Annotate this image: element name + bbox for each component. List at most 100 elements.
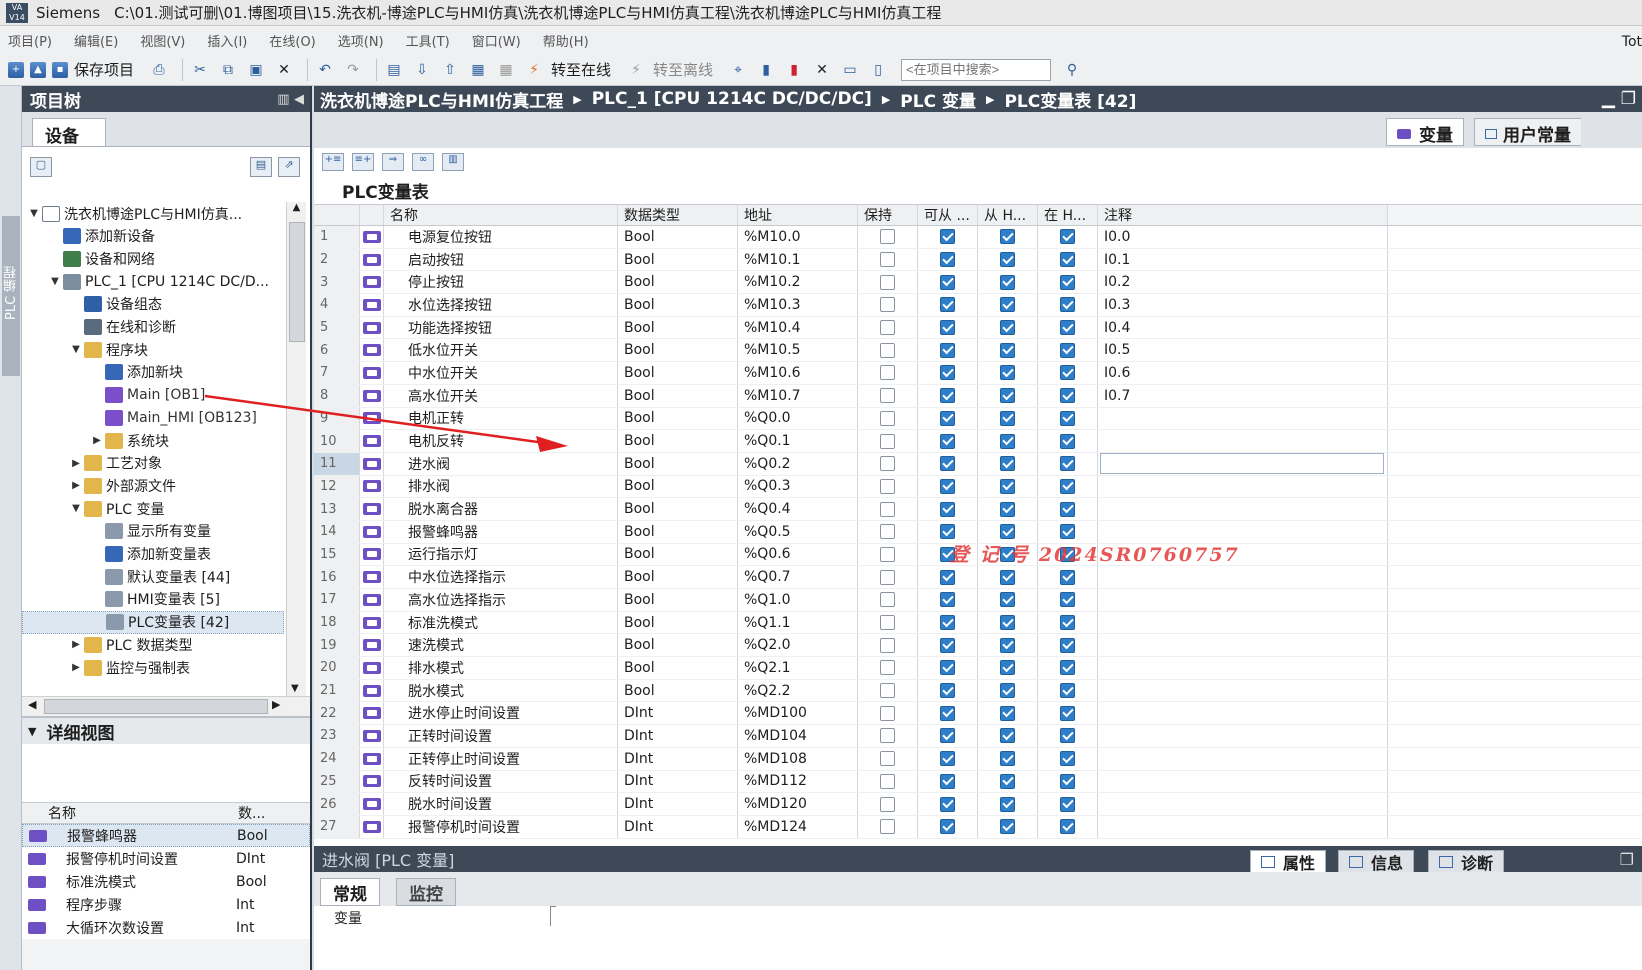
col-comment[interactable]: 注释 [1098, 205, 1388, 225]
retain-cell[interactable] [858, 430, 918, 452]
tag-name-cell[interactable]: 高水位开关 [384, 384, 618, 407]
writable-hmi-checkbox[interactable] [1000, 524, 1015, 540]
retain-cell[interactable] [858, 294, 918, 316]
retain-cell[interactable] [858, 543, 918, 566]
visible-hmi-checkbox[interactable] [1060, 342, 1075, 358]
data-type-cell[interactable]: Bool [618, 611, 738, 634]
row-number[interactable]: 4 [314, 294, 360, 316]
breadcrumb-plc-tags[interactable]: PLC 变量 [900, 87, 976, 112]
data-type-cell[interactable]: Bool [618, 452, 738, 475]
expand-arrow-icon[interactable]: ▼ [70, 344, 82, 355]
writable-hmi-checkbox[interactable] [1000, 683, 1015, 699]
visible-hmi-checkbox[interactable] [1060, 819, 1075, 835]
row-number[interactable]: 7 [314, 362, 360, 384]
data-type-cell[interactable]: Bool [618, 384, 738, 407]
data-type-cell[interactable]: DInt [618, 770, 738, 793]
writable-hmi-cell[interactable] [978, 271, 1038, 294]
tree-node[interactable]: PLC变量表 [42] [22, 610, 284, 634]
retain-cell[interactable] [858, 815, 918, 838]
data-type-cell[interactable]: Bool [618, 679, 738, 702]
retain-cell[interactable] [858, 498, 918, 520]
visible-hmi-cell[interactable] [1038, 543, 1098, 566]
accessible-cell[interactable] [918, 248, 978, 271]
row-number[interactable]: 22 [314, 702, 360, 725]
go-online-button[interactable]: 转至在线 [551, 59, 611, 80]
row-number[interactable]: 6 [314, 339, 360, 362]
menu-tools[interactable]: 工具(T) [406, 31, 450, 50]
retain-cell[interactable] [858, 339, 918, 362]
devices-tab[interactable]: 设备 [32, 118, 106, 147]
tree-node[interactable]: ▼ PLC 变量 [22, 497, 284, 520]
accessible-checkbox[interactable] [940, 592, 955, 608]
data-type-cell[interactable]: Bool [618, 520, 738, 543]
accessible-checkbox[interactable] [940, 501, 955, 517]
retain-cell[interactable] [858, 384, 918, 407]
retain-cell[interactable] [858, 770, 918, 793]
open-project-icon[interactable]: ▲ [30, 61, 46, 78]
detail-row[interactable]: 大循环次数设置 Int [22, 916, 310, 939]
accessible-cell[interactable] [918, 384, 978, 407]
retain-checkbox[interactable] [880, 773, 895, 789]
row-number[interactable]: 17 [314, 589, 360, 611]
table-row[interactable]: 23 正转时间设置 DInt %MD104 [314, 725, 1642, 748]
breadcrumb-plc[interactable]: PLC_1 [CPU 1214C DC/DC/DC] [592, 89, 872, 109]
visible-hmi-cell[interactable] [1038, 430, 1098, 452]
comment-cell[interactable] [1098, 475, 1388, 498]
accessible-checkbox[interactable] [940, 274, 955, 290]
accessible-cell[interactable] [918, 657, 978, 679]
row-number[interactable]: 3 [314, 271, 360, 294]
detail-row[interactable]: 标准洗模式 Bool [22, 870, 310, 893]
retain-checkbox[interactable] [880, 229, 895, 245]
visible-hmi-checkbox[interactable] [1060, 796, 1075, 812]
table-row[interactable]: 7 中水位开关 Bool %M10.6 I0.6 [314, 362, 1642, 385]
retain-checkbox[interactable] [880, 320, 895, 336]
accessible-checkbox[interactable] [940, 365, 955, 381]
accessible-cell[interactable] [918, 770, 978, 793]
row-number[interactable]: 19 [314, 634, 360, 657]
address-cell[interactable]: %M10.0 [738, 226, 858, 248]
detail-col-type[interactable]: 数... [232, 803, 265, 823]
address-cell[interactable]: %MD124 [738, 815, 858, 838]
tree-node[interactable]: ▶ PLC 数据类型 [22, 633, 284, 656]
expand-arrow-icon[interactable]: ▶ [70, 662, 82, 673]
tag-name-cell[interactable]: 电机正转 [384, 407, 618, 430]
retain-cell[interactable] [858, 702, 918, 725]
expand-arrow-icon[interactable]: ▶ [70, 458, 82, 469]
export-tags-icon[interactable]: ⇒ [382, 153, 404, 171]
visible-hmi-cell[interactable] [1038, 770, 1098, 793]
col-retain[interactable]: 保持 [858, 205, 918, 225]
tab-diagnostics[interactable]: 诊断 [1428, 850, 1505, 874]
visible-hmi-cell[interactable] [1038, 339, 1098, 362]
visible-hmi-cell[interactable] [1038, 657, 1098, 679]
address-cell[interactable]: %Q2.1 [738, 657, 858, 679]
writable-hmi-cell[interactable] [978, 657, 1038, 679]
data-type-cell[interactable]: Bool [618, 248, 738, 271]
accessible-checkbox[interactable] [940, 410, 955, 426]
accessible-cell[interactable] [918, 815, 978, 838]
writable-hmi-checkbox[interactable] [1000, 501, 1015, 517]
redo-icon[interactable]: ↷ [342, 59, 364, 81]
writable-hmi-cell[interactable] [978, 362, 1038, 384]
tree-scroll-thumb[interactable] [289, 222, 305, 342]
writable-hmi-cell[interactable] [978, 815, 1038, 838]
comment-cell[interactable] [1098, 430, 1388, 452]
visible-hmi-checkbox[interactable] [1060, 478, 1075, 494]
retain-cell[interactable] [858, 316, 918, 339]
comment-cell[interactable]: I0.5 [1098, 339, 1388, 362]
address-cell[interactable]: %Q1.1 [738, 611, 858, 634]
comment-edit-field[interactable] [1100, 453, 1384, 475]
writable-hmi-cell[interactable] [978, 475, 1038, 498]
data-type-cell[interactable]: DInt [618, 815, 738, 838]
tag-name-cell[interactable]: 低水位开关 [384, 339, 618, 362]
table-row[interactable]: 16 中水位选择指示 Bool %Q0.7 [314, 566, 1642, 589]
accessible-checkbox[interactable] [940, 728, 955, 744]
retain-checkbox[interactable] [880, 252, 895, 268]
data-type-cell[interactable]: Bool [618, 316, 738, 339]
table-row[interactable]: 2 启动按钮 Bool %M10.1 I0.1 [314, 248, 1642, 272]
accessible-checkbox[interactable] [940, 252, 955, 268]
comment-cell[interactable] [1098, 770, 1388, 793]
address-cell[interactable]: %Q0.0 [738, 407, 858, 430]
comment-cell[interactable] [1098, 589, 1388, 611]
tree-node[interactable]: ▼ 洗衣机博途PLC与HMI仿真... [22, 202, 284, 225]
tag-name-cell[interactable]: 电机反转 [384, 430, 618, 452]
